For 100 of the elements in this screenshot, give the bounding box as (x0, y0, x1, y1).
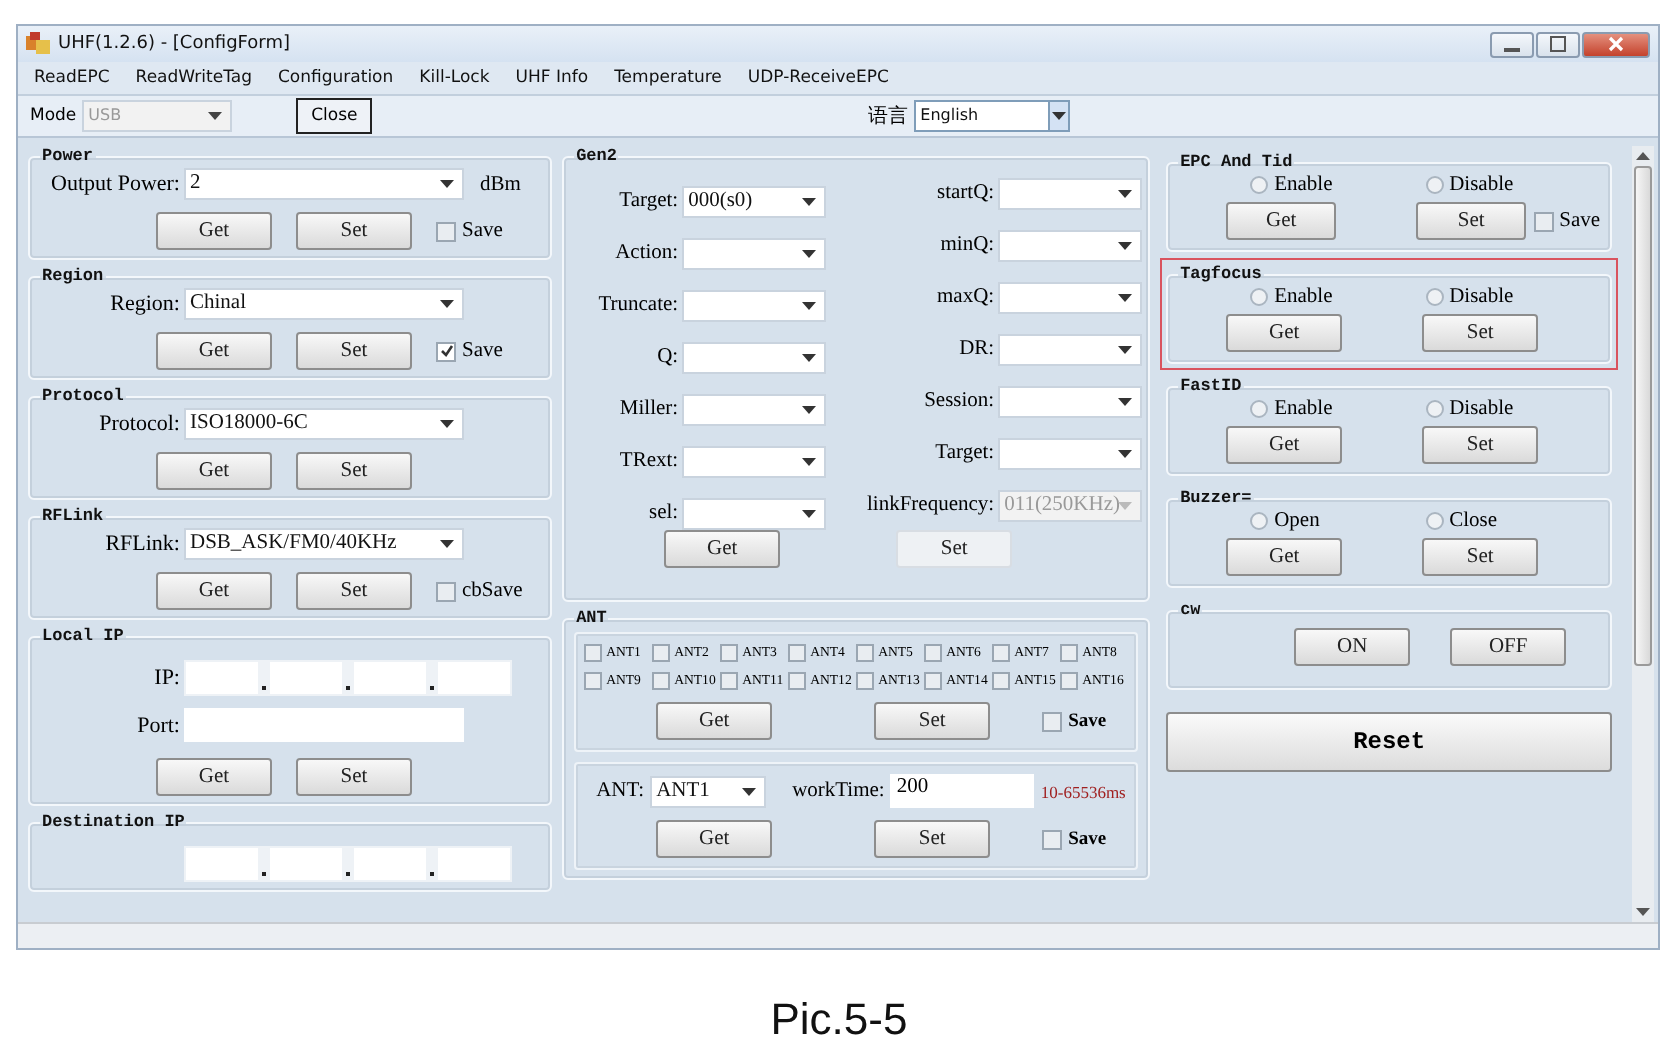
radio-button[interactable] (1250, 176, 1269, 194)
action-button[interactable]: Get (156, 572, 272, 610)
checkbox[interactable] (436, 221, 456, 241)
radio-button[interactable] (1425, 176, 1444, 194)
dropdown[interactable] (998, 281, 1143, 313)
ip-field[interactable] (184, 846, 512, 882)
action-button[interactable]: Set (1416, 202, 1527, 240)
minimize-button[interactable] (1490, 31, 1534, 57)
action-button[interactable]: Set (296, 332, 412, 370)
checkbox[interactable] (436, 341, 456, 361)
radio-button[interactable] (1425, 400, 1444, 418)
scrollbar[interactable] (1632, 146, 1654, 922)
action-button[interactable]: Get (656, 820, 773, 858)
checkbox[interactable] (788, 672, 807, 690)
dropdown[interactable] (682, 497, 827, 529)
close-port-button[interactable]: Close (296, 98, 373, 134)
group-title: Power (40, 146, 96, 166)
dropdown[interactable] (998, 229, 1143, 261)
action-button[interactable]: Set (1422, 426, 1539, 464)
action-button[interactable]: Set (874, 702, 991, 740)
work-time-field[interactable]: 200 (890, 774, 1035, 808)
checkbox[interactable] (1534, 211, 1554, 231)
radio-button[interactable] (1250, 288, 1269, 306)
action-button[interactable]: Get (156, 332, 272, 370)
caret-icon (208, 112, 223, 120)
checkbox[interactable] (1042, 829, 1063, 849)
dropdown[interactable]: ISO18000-6C (184, 408, 464, 440)
close-button[interactable] (1582, 31, 1650, 57)
reset-button[interactable]: Reset (1166, 712, 1613, 772)
action-button[interactable]: Get (1226, 202, 1337, 240)
dropdown[interactable]: ANT1 (650, 775, 767, 807)
checkbox[interactable] (436, 581, 456, 601)
checkbox[interactable] (720, 672, 739, 690)
checkbox[interactable] (1042, 711, 1063, 731)
checkbox[interactable] (924, 672, 943, 690)
dropdown[interactable] (998, 385, 1143, 417)
dropdown[interactable] (998, 333, 1143, 365)
dropdown[interactable] (682, 445, 827, 477)
ip-field[interactable] (184, 660, 512, 696)
action-button[interactable]: Set (874, 820, 991, 858)
dropdown[interactable] (682, 289, 827, 321)
scroll-down-icon[interactable] (1636, 908, 1651, 916)
checkbox[interactable] (856, 644, 875, 662)
radio-label: Open (1274, 510, 1320, 532)
dropdown[interactable]: 000(s0) (682, 185, 827, 217)
close-icon (1608, 36, 1624, 52)
checkbox[interactable] (856, 672, 875, 690)
checkbox[interactable] (652, 644, 671, 662)
checkbox[interactable] (584, 644, 603, 662)
dropdown[interactable] (998, 437, 1143, 469)
action-button[interactable]: Get (664, 530, 781, 568)
dropdown[interactable]: Chinal (184, 288, 464, 320)
action-button[interactable]: Get (156, 212, 272, 250)
action-button[interactable]: ON (1294, 628, 1411, 666)
checkbox[interactable] (1060, 644, 1079, 662)
menu-item[interactable]: Configuration (278, 68, 394, 88)
checkbox[interactable] (652, 672, 671, 690)
checkbox[interactable] (924, 644, 943, 662)
field-label: Target: (933, 442, 995, 464)
action-button[interactable]: Get (1226, 426, 1343, 464)
dropdown[interactable] (682, 341, 827, 373)
action-button[interactable]: Set (296, 452, 412, 490)
checkbox[interactable] (992, 672, 1011, 690)
menu-item[interactable]: UHF Info (515, 68, 589, 88)
menu-item[interactable]: Kill-Lock (419, 68, 490, 88)
checkbox[interactable] (1060, 672, 1079, 690)
field-label: Region: (108, 292, 180, 316)
radio-button[interactable] (1250, 512, 1269, 530)
dropdown[interactable] (682, 393, 827, 425)
dropdown[interactable]: 2 (184, 168, 464, 200)
menu-item[interactable]: ReadEPC (34, 68, 110, 88)
menu-item[interactable]: Temperature (614, 68, 722, 88)
checkbox[interactable] (992, 644, 1011, 662)
figure-caption: Pic.5-5 (768, 994, 910, 1046)
action-button[interactable]: Set (296, 212, 412, 250)
radio-button[interactable] (1425, 512, 1444, 530)
action-button[interactable]: Get (1226, 314, 1343, 352)
scroll-up-icon[interactable] (1636, 152, 1651, 160)
language-dropdown[interactable]: English (914, 100, 1071, 132)
menu-item[interactable]: UDP-ReceiveEPC (747, 68, 889, 88)
dropdown[interactable]: DSB_ASK/FM0/40KHz (184, 528, 464, 560)
action-button[interactable]: OFF (1450, 628, 1567, 666)
radio-button[interactable] (1425, 288, 1444, 306)
dropdown[interactable] (682, 237, 827, 269)
action-button[interactable]: Get (156, 758, 272, 796)
action-button[interactable]: Set (296, 758, 412, 796)
action-button[interactable]: Set (296, 572, 412, 610)
radio-button[interactable] (1250, 400, 1269, 418)
port-field[interactable] (184, 708, 464, 742)
action-button[interactable]: Set (1422, 538, 1539, 576)
checkbox[interactable] (584, 672, 603, 690)
maximize-button[interactable] (1536, 31, 1580, 57)
checkbox[interactable] (720, 644, 739, 662)
action-button[interactable]: Get (156, 452, 272, 490)
action-button[interactable]: Get (656, 702, 773, 740)
menu-item[interactable]: ReadWriteTag (135, 68, 252, 88)
checkbox[interactable] (788, 644, 807, 662)
action-button[interactable]: Set (1422, 314, 1539, 352)
dropdown[interactable] (998, 177, 1143, 209)
action-button[interactable]: Get (1226, 538, 1343, 576)
